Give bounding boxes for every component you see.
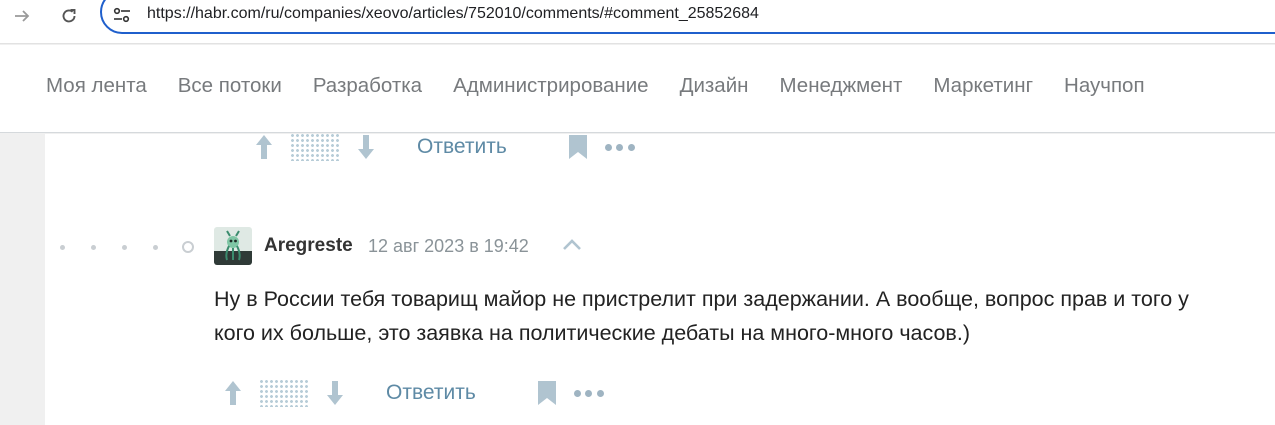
arrow-up-icon xyxy=(225,381,241,405)
nav-item-design[interactable]: Дизайн xyxy=(680,74,749,98)
arrow-down-icon xyxy=(358,135,374,159)
nav-item-administration[interactable]: Администрирование xyxy=(453,74,648,98)
url-text[interactable]: https://habr.com/ru/companies/xeovo/arti… xyxy=(147,5,759,23)
forward-button[interactable] xyxy=(8,2,36,30)
prev-comment-actions: Ответить xyxy=(251,132,635,162)
comment-text: Ну в России тебя товарищ майор не пристр… xyxy=(214,287,1189,345)
nav-item-development[interactable]: Разработка xyxy=(313,74,422,98)
comment-author[interactable]: Aregreste xyxy=(264,235,353,257)
nav-item-marketing[interactable]: Маркетинг xyxy=(933,74,1033,98)
comment-date[interactable]: 12 авг 2023 в 19:42 xyxy=(368,236,529,257)
thread-depth-indicator xyxy=(60,241,194,253)
comment-actions: Ответить xyxy=(220,378,604,408)
avatar-image xyxy=(214,227,252,265)
bookmark-button[interactable] xyxy=(567,133,589,161)
thread-level-ring[interactable] xyxy=(182,241,194,253)
browser-toolbar: https://habr.com/ru/companies/xeovo/arti… xyxy=(0,0,1275,44)
arrow-up-icon xyxy=(256,135,272,159)
nav-item-my-feed[interactable]: Моя лента xyxy=(46,74,147,98)
reload-button[interactable] xyxy=(55,2,83,30)
vote-score-placeholder xyxy=(259,379,309,407)
flows-nav: Моя лента Все потоки Разработка Админист… xyxy=(0,45,1275,133)
arrow-down-icon xyxy=(327,381,343,405)
parent-comment-button[interactable] xyxy=(561,234,583,256)
more-button[interactable] xyxy=(604,137,635,157)
reply-link[interactable]: Ответить xyxy=(386,381,476,405)
downvote-button[interactable] xyxy=(322,378,348,408)
reply-link[interactable]: Ответить xyxy=(417,135,507,159)
upvote-button[interactable] xyxy=(220,378,246,408)
bookmark-icon xyxy=(537,381,556,405)
more-icon xyxy=(573,389,581,397)
nav-item-all-flows[interactable]: Все потоки xyxy=(178,74,282,98)
bookmark-button[interactable] xyxy=(536,379,558,407)
vote-score-placeholder xyxy=(290,133,340,161)
bookmark-icon xyxy=(568,135,587,159)
tune-icon xyxy=(113,7,130,23)
arrow-right-icon xyxy=(15,10,30,22)
nav-item-popsci[interactable]: Научпоп xyxy=(1064,74,1145,98)
avatar[interactable] xyxy=(214,227,252,265)
more-button[interactable] xyxy=(573,383,604,403)
reload-icon xyxy=(62,9,76,23)
downvote-button[interactable] xyxy=(353,132,379,162)
nav-item-management[interactable]: Менеджмент xyxy=(780,74,903,98)
more-icon xyxy=(604,143,612,151)
chevron-up-icon xyxy=(563,239,581,250)
upvote-button[interactable] xyxy=(251,132,277,162)
site-info-button[interactable] xyxy=(112,6,132,24)
